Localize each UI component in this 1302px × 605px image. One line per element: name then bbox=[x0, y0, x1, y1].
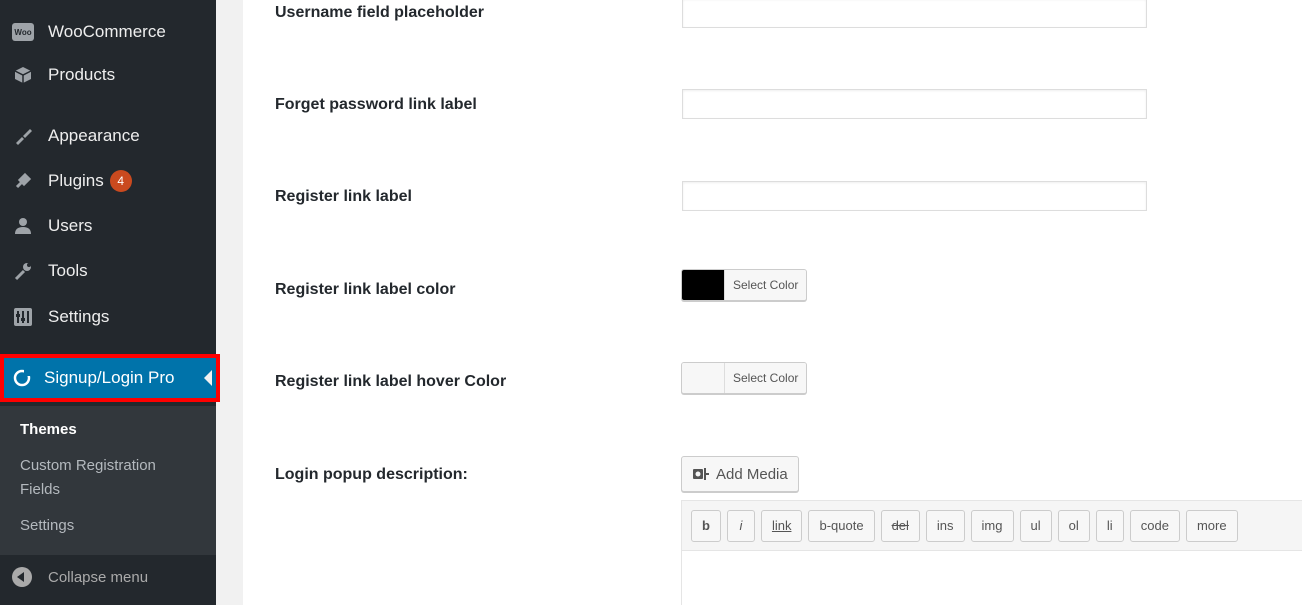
box-icon bbox=[12, 64, 34, 86]
media-icon bbox=[692, 466, 710, 482]
plugin-icon bbox=[12, 170, 34, 192]
menu-label: Users bbox=[48, 216, 93, 235]
register-link-label: Register link label bbox=[275, 188, 412, 205]
update-count-badge: 4 bbox=[109, 170, 132, 192]
submenu: Themes Custom Registration Fields Settin… bbox=[0, 406, 216, 555]
menu-item-plugins[interactable]: Plugins 4 bbox=[0, 161, 216, 201]
menu-item-woocommerce[interactable]: Woo WooCommerce bbox=[0, 12, 216, 52]
menu-label: Products bbox=[48, 65, 116, 84]
main-content: Username field placeholder Forget passwo… bbox=[243, 0, 1302, 605]
qt-blockquote-button[interactable]: b-quote bbox=[808, 509, 875, 542]
menu-label: Plugins bbox=[48, 171, 104, 190]
menu-item-signup-login-pro[interactable]: Signup/Login Pro bbox=[0, 354, 220, 402]
register-color-picker[interactable]: Select Color bbox=[681, 269, 808, 301]
current-menu-arrow bbox=[204, 370, 212, 386]
menu-label: WooCommerce bbox=[48, 22, 166, 41]
wrench-icon bbox=[12, 260, 34, 282]
qt-ol-button[interactable]: ol bbox=[1057, 509, 1090, 542]
submenu-item-custom-registration-fields[interactable]: Custom Registration Fields bbox=[20, 454, 200, 502]
select-color-label: Select Color bbox=[724, 270, 807, 300]
menu-item-appearance[interactable]: Appearance bbox=[0, 116, 216, 156]
qt-more-button[interactable]: more bbox=[1185, 509, 1238, 542]
qt-ins-button[interactable]: ins bbox=[925, 509, 965, 542]
menu-label: Tools bbox=[48, 261, 88, 280]
qt-img-button[interactable]: img bbox=[970, 509, 1014, 542]
username-placeholder-label: Username field placeholder bbox=[275, 4, 484, 21]
qt-link-button[interactable]: link bbox=[760, 509, 803, 542]
menu-item-users[interactable]: Users bbox=[0, 206, 216, 246]
user-icon bbox=[12, 215, 34, 237]
submenu-item-themes[interactable]: Themes bbox=[20, 418, 77, 442]
brush-icon bbox=[12, 125, 34, 147]
color-swatch bbox=[682, 270, 724, 300]
collapse-label: Collapse menu bbox=[48, 568, 149, 586]
color-swatch bbox=[682, 363, 724, 393]
menu-label: Appearance bbox=[48, 126, 140, 145]
register-hover-color-label: Register link label hover Color bbox=[275, 373, 507, 390]
submenu-item-settings[interactable]: Settings bbox=[20, 514, 74, 538]
username-placeholder-input[interactable] bbox=[682, 0, 1147, 28]
menu-item-tools[interactable]: Tools bbox=[0, 251, 216, 291]
qt-del-button[interactable]: del bbox=[880, 509, 920, 542]
signup-icon bbox=[12, 368, 32, 388]
menu-item-settings[interactable]: Settings bbox=[0, 297, 216, 337]
register-hover-color-picker[interactable]: Select Color bbox=[681, 362, 808, 394]
forget-password-input[interactable] bbox=[682, 89, 1147, 119]
admin-sidebar: Woo WooCommerce Products Appearance Plug… bbox=[0, 0, 220, 605]
qt-italic-button[interactable]: i bbox=[726, 509, 755, 542]
menu-label: Signup/Login Pro bbox=[44, 368, 175, 387]
login-description-label: Login popup description: bbox=[275, 466, 468, 483]
add-media-button[interactable]: Add Media bbox=[681, 456, 799, 492]
collapse-icon bbox=[12, 567, 32, 587]
qt-code-button[interactable]: code bbox=[1129, 509, 1180, 542]
register-color-label: Register link label color bbox=[275, 281, 456, 298]
editor-textarea[interactable] bbox=[682, 551, 1302, 605]
woo-icon: Woo bbox=[12, 21, 34, 43]
qt-li-button[interactable]: li bbox=[1095, 509, 1124, 542]
register-link-input[interactable] bbox=[682, 181, 1147, 211]
settings-icon bbox=[12, 306, 34, 328]
qt-ul-button[interactable]: ul bbox=[1019, 509, 1052, 542]
add-media-label: Add Media bbox=[716, 465, 788, 483]
quicktags-toolbar: b i link b-quote del ins img ul ol li co… bbox=[682, 501, 1302, 551]
forget-password-label: Forget password link label bbox=[275, 96, 477, 113]
text-editor: b i link b-quote del ins img ul ol li co… bbox=[681, 500, 1302, 605]
select-color-label: Select Color bbox=[724, 363, 807, 393]
collapse-menu-button[interactable]: Collapse menu bbox=[0, 555, 216, 599]
menu-item-products[interactable]: Products bbox=[0, 55, 216, 95]
menu-label: Settings bbox=[48, 307, 110, 326]
qt-bold-button[interactable]: b bbox=[691, 509, 721, 542]
